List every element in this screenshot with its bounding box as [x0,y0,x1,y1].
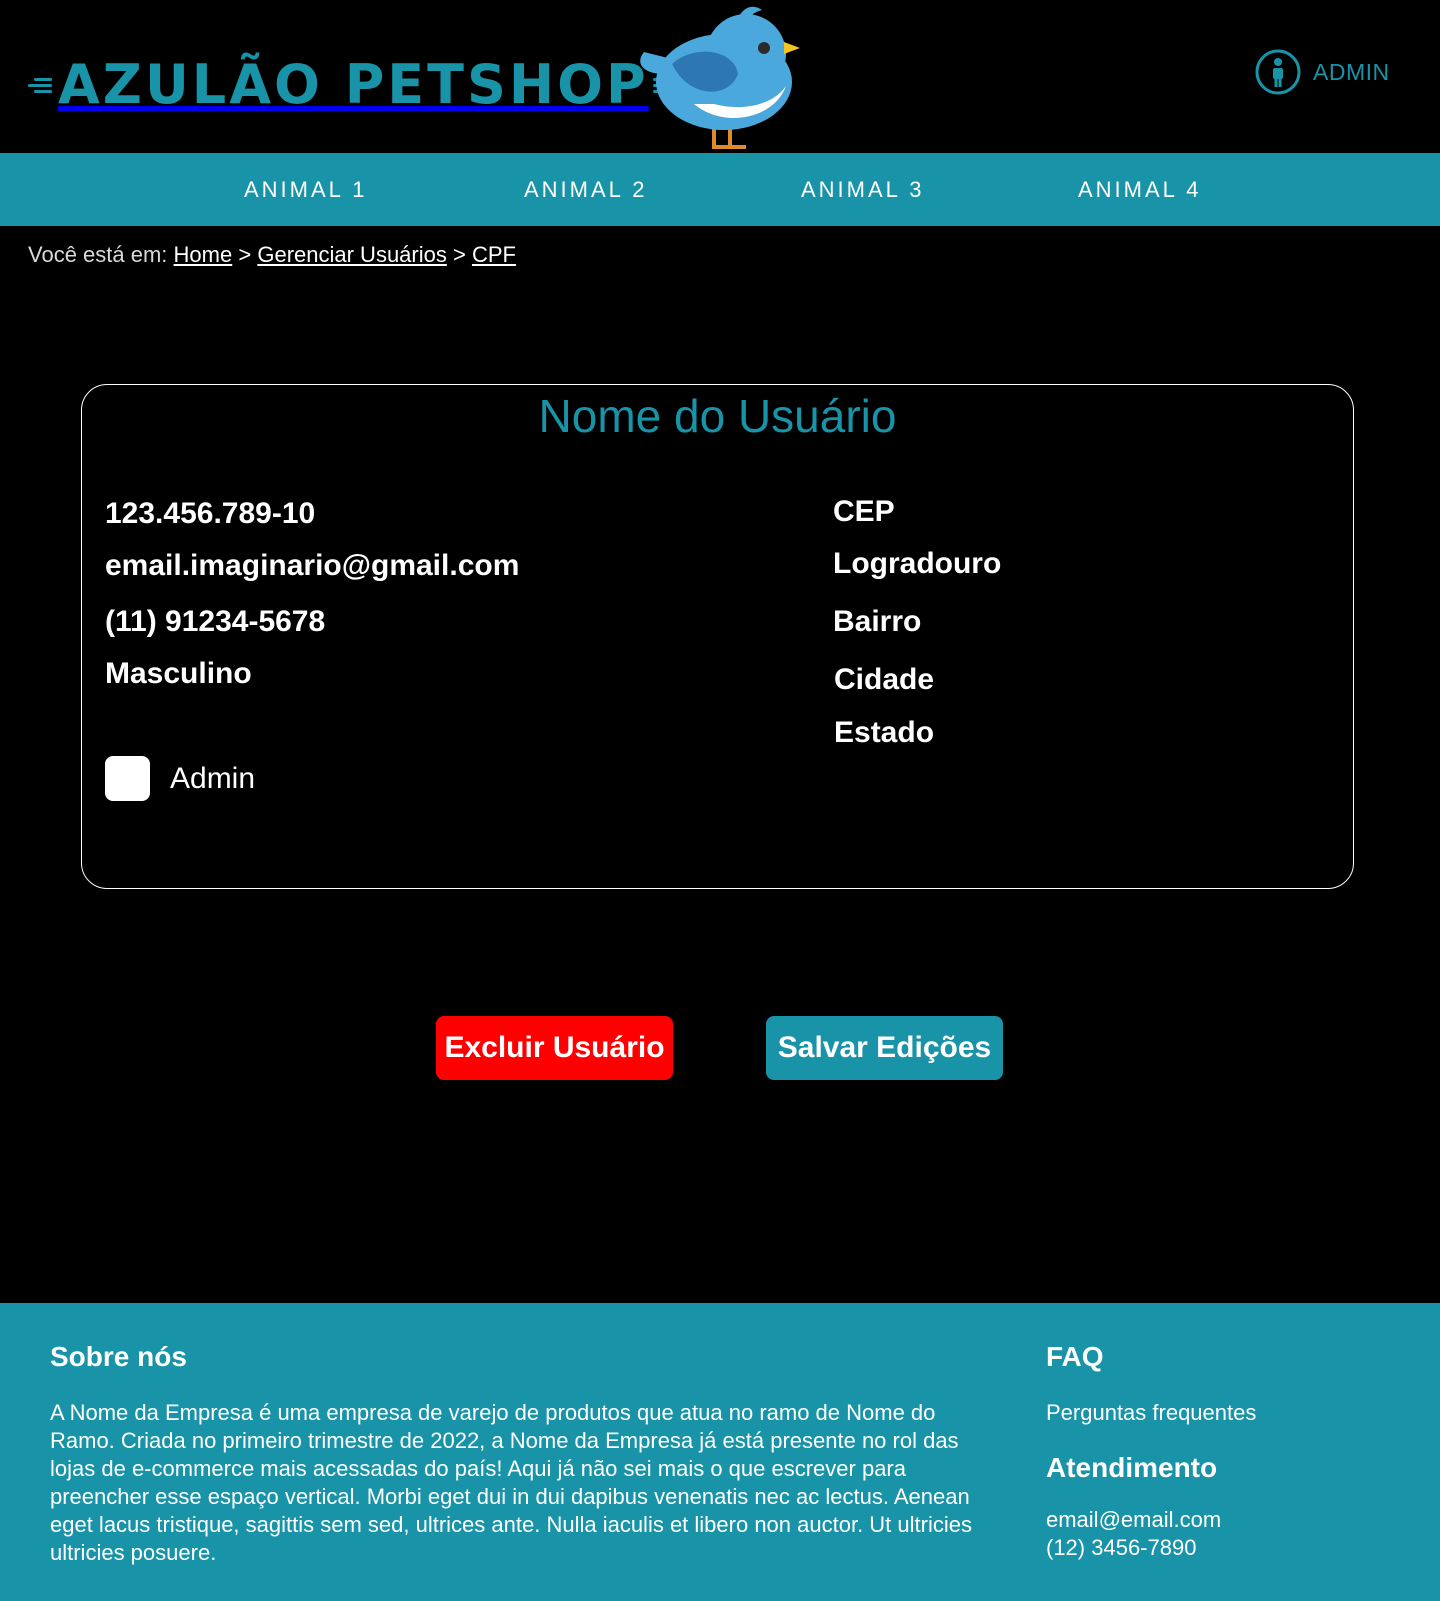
address-estado[interactable]: Estado [834,716,934,750]
footer-support-email[interactable]: email@email.com [1046,1506,1221,1534]
footer-faq-title: FAQ [1046,1341,1104,1372]
delete-user-button[interactable]: Excluir Usuário [436,1016,673,1080]
nav-item-animal-3[interactable]: ANIMAL 3 [801,153,924,226]
person-circle-icon [1255,49,1301,95]
admin-checkbox[interactable] [105,756,150,801]
footer-support-phone[interactable]: (12) 3456-7890 [1046,1534,1196,1562]
header: AZULÃO PETSHOP ADMIN [0,0,1440,153]
breadcrumb-prefix: Você está em: [28,242,168,267]
footer: Sobre nós A Nome da Empresa é uma empres… [0,1303,1440,1601]
footer-faq-link[interactable]: Perguntas frequentes [1046,1399,1256,1427]
footer-about-text: A Nome da Empresa é uma empresa de varej… [50,1400,972,1565]
footer-support-title: Atendimento [1046,1452,1218,1483]
brand-dash-left [28,70,54,100]
brand-logo[interactable]: AZULÃO PETSHOP [28,50,679,120]
breadcrumb-cpf[interactable]: CPF [472,242,516,267]
address-logradouro[interactable]: Logradouro [833,547,1001,581]
breadcrumb-gerenciar-usuarios[interactable]: Gerenciar Usuários [257,242,447,267]
address-bairro[interactable]: Bairro [833,605,921,639]
nav-item-animal-1[interactable]: ANIMAL 1 [244,153,367,226]
user-cpf[interactable]: 123.456.789-10 [105,497,315,531]
save-edits-button[interactable]: Salvar Edições [766,1016,1003,1080]
user-email[interactable]: email.imaginario@gmail.com [105,549,519,583]
admin-checkbox-row[interactable]: Admin [105,756,255,801]
breadcrumb: Você está em: Home > Gerenciar Usuários … [28,242,516,268]
user-name-title: Nome do Usuário [538,390,897,442]
brand-name: AZULÃO PETSHOP [58,53,649,116]
breadcrumb-separator: > [238,242,252,267]
main-nav: ANIMAL 1 ANIMAL 2 ANIMAL 3 ANIMAL 4 [0,153,1440,226]
address-cep[interactable]: CEP [833,495,895,529]
bluebird-icon [640,6,800,149]
admin-label: ADMIN [1313,58,1390,85]
admin-account-link[interactable]: ADMIN [1255,49,1390,95]
nav-item-animal-2[interactable]: ANIMAL 2 [524,153,647,226]
user-details-card: Nome do Usuário 123.456.789-10 email.ima… [81,384,1354,889]
breadcrumb-home[interactable]: Home [174,242,233,267]
footer-about-title: Sobre nós [50,1341,187,1372]
address-cidade[interactable]: Cidade [834,663,934,697]
nav-item-animal-4[interactable]: ANIMAL 4 [1078,153,1201,226]
admin-checkbox-label: Admin [170,761,256,795]
breadcrumb-separator: > [452,242,466,267]
user-gender[interactable]: Masculino [105,657,252,691]
user-phone[interactable]: (11) 91234-5678 [105,605,325,639]
